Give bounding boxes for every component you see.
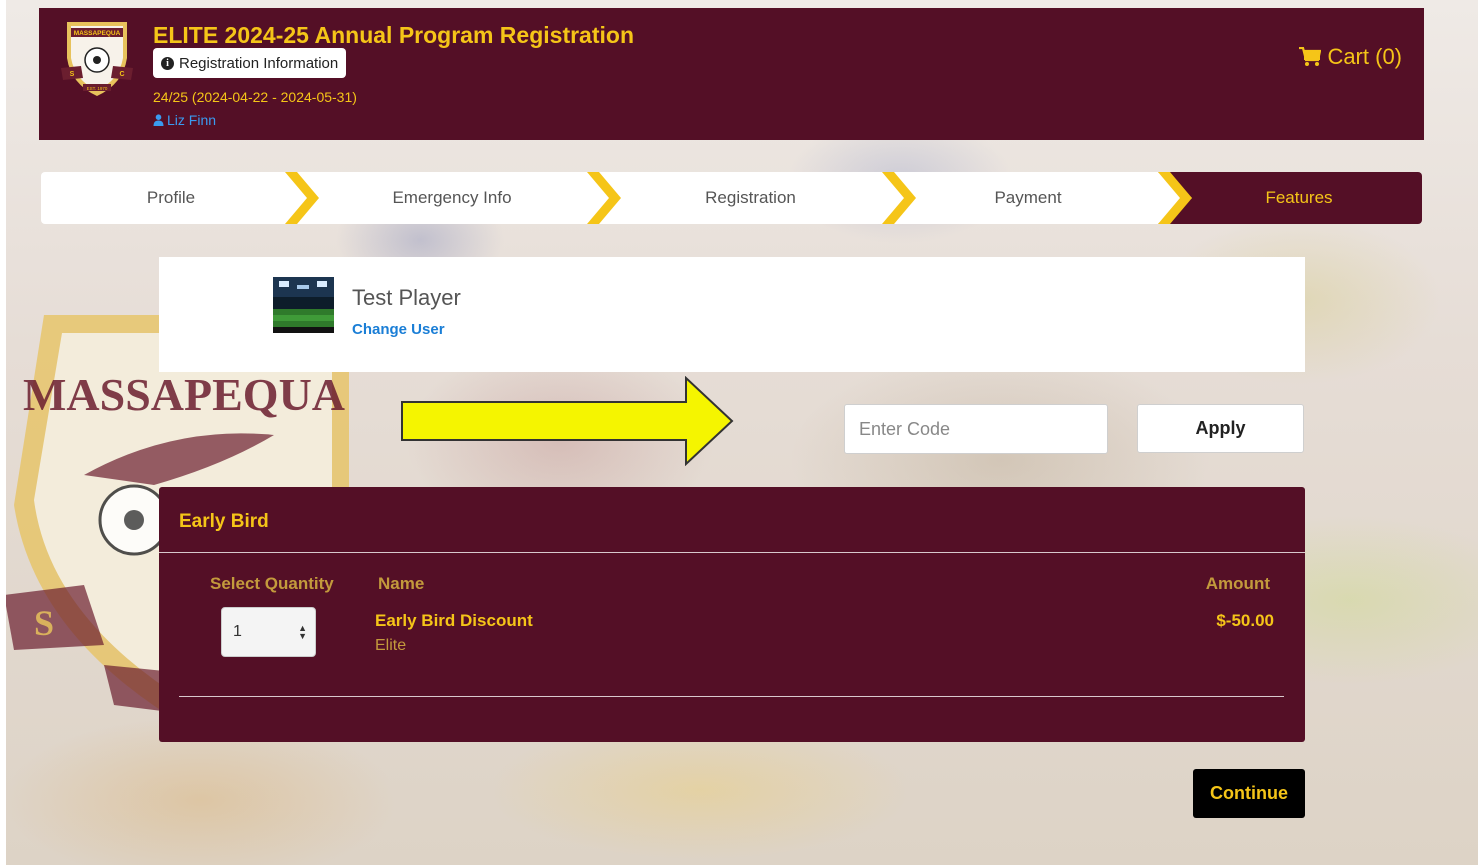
cart-label: Cart (0) bbox=[1327, 44, 1402, 69]
user-name: Liz Finn bbox=[167, 112, 217, 128]
column-header-name: Name bbox=[378, 574, 425, 593]
early-bird-panel: Early Bird Select Quantity Name Amount 1… bbox=[159, 487, 1305, 742]
step-label: Features bbox=[1265, 188, 1333, 207]
player-name: Test Player bbox=[352, 285, 461, 310]
header-bar: MASSAPEQUA S C EST. 1970 ELITE 2024-25 A… bbox=[39, 8, 1424, 140]
cart-button[interactable]: Cart (0) bbox=[1299, 44, 1402, 70]
quantity-value: 1 bbox=[233, 623, 242, 640]
player-card: Test Player Change User bbox=[159, 257, 1305, 372]
arrow-icon bbox=[401, 376, 734, 466]
step-payment[interactable]: Payment bbox=[898, 172, 1158, 224]
item-subtitle: Elite bbox=[375, 637, 407, 654]
column-header-amount: Amount bbox=[1205, 574, 1270, 593]
svg-text:EST. 1970: EST. 1970 bbox=[87, 86, 108, 91]
column-header-quantity: Select Quantity bbox=[210, 574, 334, 593]
step-label: Payment bbox=[994, 188, 1062, 207]
promo-code-input[interactable] bbox=[844, 404, 1108, 454]
step-features[interactable]: Features bbox=[1158, 172, 1422, 224]
club-logo: MASSAPEQUA S C EST. 1970 bbox=[61, 22, 133, 96]
user-link[interactable]: Liz Finn bbox=[153, 112, 216, 128]
item-amount: $-50.00 bbox=[1216, 611, 1274, 630]
change-user-link[interactable]: Change User bbox=[352, 321, 445, 338]
progress-steps: Profile Emergency Info Registration Paym… bbox=[41, 172, 1422, 224]
player-avatar bbox=[273, 277, 334, 333]
divider bbox=[159, 552, 1305, 553]
step-label: Profile bbox=[146, 188, 196, 207]
registration-info-button[interactable]: i Registration Information bbox=[153, 48, 347, 78]
cart-icon bbox=[1299, 47, 1322, 66]
left-edge bbox=[0, 0, 6, 865]
step-label: Emergency Info bbox=[392, 188, 512, 207]
apply-button[interactable]: Apply bbox=[1137, 404, 1304, 453]
quantity-select[interactable]: 1 ▲ ▼ bbox=[221, 607, 316, 657]
step-chevron-icon bbox=[587, 172, 621, 224]
step-profile[interactable]: Profile bbox=[41, 172, 301, 224]
step-label: Registration bbox=[705, 188, 796, 207]
season-dates: 24/25 (2024-04-22 - 2024-05-31) bbox=[153, 89, 357, 105]
info-icon: i bbox=[161, 56, 174, 70]
step-emergency-info[interactable]: Emergency Info bbox=[301, 172, 603, 224]
registration-info-label: Registration Information bbox=[179, 54, 339, 72]
step-registration[interactable]: Registration bbox=[603, 172, 898, 224]
step-chevron-icon bbox=[1158, 172, 1192, 224]
svg-text:MASSAPEQUA: MASSAPEQUA bbox=[74, 30, 121, 37]
item-name: Early Bird Discount bbox=[375, 611, 533, 630]
svg-text:MASSAPEQUA: MASSAPEQUA bbox=[23, 369, 345, 420]
continue-button[interactable]: Continue bbox=[1193, 769, 1305, 818]
svg-text:C: C bbox=[119, 71, 124, 78]
divider bbox=[179, 696, 1284, 697]
user-icon bbox=[153, 114, 164, 126]
svg-text:S: S bbox=[34, 603, 54, 643]
step-chevron-icon bbox=[285, 172, 319, 224]
page-title: ELITE 2024-25 Annual Program Registratio… bbox=[153, 22, 634, 48]
select-arrows-icon: ▲ ▼ bbox=[298, 623, 307, 641]
step-chevron-icon bbox=[882, 172, 916, 224]
panel-title: Early Bird bbox=[179, 511, 269, 532]
svg-text:S: S bbox=[70, 71, 75, 78]
